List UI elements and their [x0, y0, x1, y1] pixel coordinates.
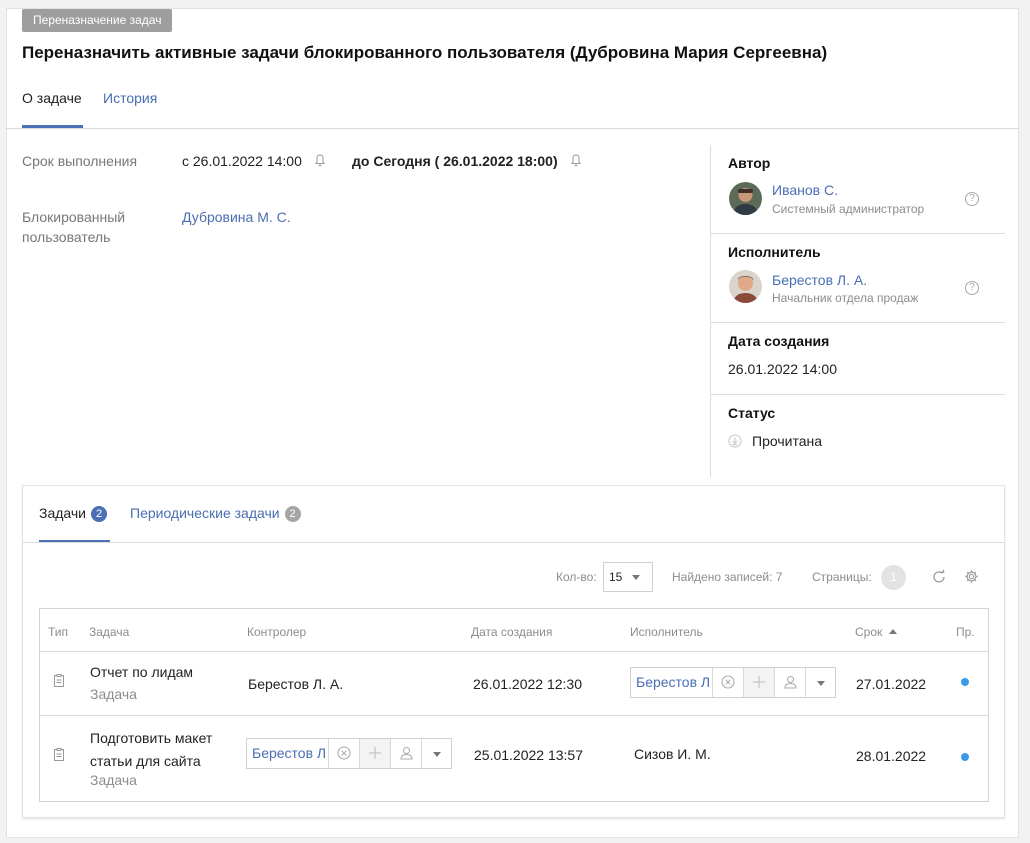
add-button[interactable] — [743, 668, 774, 697]
clear-button[interactable] — [712, 668, 743, 697]
executor-name[interactable]: Берестов Л. А. — [772, 272, 867, 288]
qty-select[interactable]: 15 — [603, 562, 653, 592]
divider — [40, 651, 988, 652]
chevron-down-icon — [433, 752, 441, 757]
deadline-to: до Сегодня ( 26.01.2022 18:00) — [352, 153, 582, 169]
task-type: Задача — [90, 772, 137, 788]
records-found: Найдено записей: 7 — [672, 570, 783, 584]
chevron-down-icon — [632, 575, 640, 580]
task-link[interactable]: Отчет по лидам — [90, 664, 193, 680]
tab-tasks[interactable]: Задачи 2 — [39, 504, 110, 543]
executor-picker-value: Берестов Л — [636, 674, 711, 690]
created-value: 26.01.2022 14:00 — [728, 361, 837, 377]
gear-icon[interactable] — [964, 569, 979, 584]
tab-history[interactable]: История — [103, 86, 157, 128]
col-priority[interactable]: Пр. — [956, 625, 975, 639]
help-icon[interactable]: ? — [965, 192, 979, 206]
priority-dot — [961, 753, 969, 761]
controller-link[interactable]: Берестов Л. А. — [248, 676, 343, 692]
count-badge: 2 — [284, 506, 301, 522]
count-badge: 2 — [91, 506, 108, 522]
tasks-table: Тип Задача Контролер Дата создания Испол… — [39, 608, 989, 802]
col-executor[interactable]: Исполнитель — [630, 625, 703, 639]
author-title: Автор — [728, 155, 771, 171]
created-title: Дата создания — [728, 333, 830, 349]
col-type: Тип — [48, 625, 69, 639]
col-created[interactable]: Дата создания — [471, 625, 552, 639]
executor-section: Исполнитель Берестов Л. А. Начальник отд… — [711, 234, 1005, 323]
author-section: Автор Иванов С. Системный администратор … — [711, 145, 1005, 234]
blocked-user-link[interactable]: Дубровина М. С. — [182, 209, 291, 225]
col-controller[interactable]: Контролер — [247, 625, 306, 639]
task-type: Задача — [90, 686, 137, 702]
tasks-panel: Задачи 2 Периодические задачи 2 Кол-во: 15… — [22, 485, 1005, 818]
task-type-icon — [54, 674, 64, 687]
created-date: 25.01.2022 13:57 — [474, 747, 583, 763]
deadline-from-text: с 26.01.2022 14:00 — [182, 153, 302, 169]
page-title: Переназначить активные задачи блокирован… — [22, 43, 828, 62]
avatar[interactable] — [729, 270, 762, 303]
created-date: 26.01.2022 12:30 — [473, 676, 582, 692]
sort-asc-icon — [888, 629, 897, 634]
col-deadline[interactable]: Срок — [855, 625, 897, 639]
refresh-icon[interactable] — [931, 569, 947, 585]
task-type-icon — [54, 748, 64, 761]
tab-periodic-label: Периодические задачи — [130, 505, 280, 521]
divider — [6, 128, 1019, 129]
controller-picker-value: Берестов Л — [252, 745, 327, 761]
bell-icon[interactable] — [314, 154, 326, 167]
tab-about[interactable]: О задаче — [22, 86, 83, 128]
user-icon — [784, 676, 797, 689]
col-deadline-label: Срок — [855, 625, 883, 639]
divider — [40, 715, 988, 716]
side-panel: Автор Иванов С. Системный администратор … — [710, 145, 1005, 477]
select-user-button[interactable] — [390, 739, 421, 768]
add-button[interactable] — [359, 739, 390, 768]
col-task[interactable]: Задача — [89, 625, 129, 639]
executor-title: Исполнитель — [728, 244, 821, 260]
qty-value: 15 — [609, 570, 623, 584]
plus-icon — [753, 676, 765, 688]
status-section: Статус Прочитана — [711, 395, 1005, 477]
task-link[interactable]: Подготовить макет статьи для сайта — [90, 727, 230, 773]
qty-label: Кол-во: — [556, 570, 597, 584]
author-role: Системный администратор — [772, 202, 925, 216]
user-icon — [400, 747, 413, 760]
clear-icon — [337, 746, 351, 760]
avatar[interactable] — [729, 182, 762, 215]
blocked-user-label: Блокированный пользователь — [22, 209, 126, 245]
tab-tasks-label: Задачи — [39, 505, 87, 521]
bell-icon[interactable] — [570, 154, 582, 167]
executor-link[interactable]: Сизов И. М. — [634, 746, 711, 762]
chevron-down-icon — [817, 681, 825, 686]
deadline-date: 28.01.2022 — [856, 748, 927, 764]
dropdown-button[interactable] — [421, 739, 452, 768]
deadline-date: 27.01.2022 — [856, 676, 927, 692]
read-status-icon — [728, 434, 742, 448]
controller-picker[interactable]: Берестов Л — [246, 738, 452, 769]
executor-picker[interactable]: Берестов Л — [630, 667, 836, 698]
deadline-to-text: до Сегодня ( 26.01.2022 18:00) — [352, 153, 558, 169]
help-icon[interactable]: ? — [965, 281, 979, 295]
clear-icon — [721, 675, 735, 689]
status-title: Статус — [728, 405, 776, 421]
created-section: Дата создания 26.01.2022 14:00 — [711, 323, 1005, 395]
clear-button[interactable] — [328, 739, 359, 768]
status-value: Прочитана — [752, 433, 822, 449]
dropdown-button[interactable] — [805, 668, 836, 697]
tab-periodic-tasks[interactable]: Периодические задачи 2 — [130, 504, 301, 543]
select-user-button[interactable] — [774, 668, 805, 697]
author-name[interactable]: Иванов С. — [772, 182, 838, 198]
executor-role: Начальник отдела продаж — [772, 291, 919, 305]
doc-type-badge: Переназначение задач — [22, 9, 173, 32]
divider — [23, 542, 1004, 543]
deadline-label: Срок выполнения — [22, 153, 138, 169]
priority-dot — [961, 678, 969, 686]
page-button[interactable]: 1 — [881, 565, 906, 590]
plus-icon — [369, 747, 381, 759]
pages-label: Страницы: — [812, 570, 872, 584]
deadline-from: с 26.01.2022 14:00 — [182, 153, 326, 169]
